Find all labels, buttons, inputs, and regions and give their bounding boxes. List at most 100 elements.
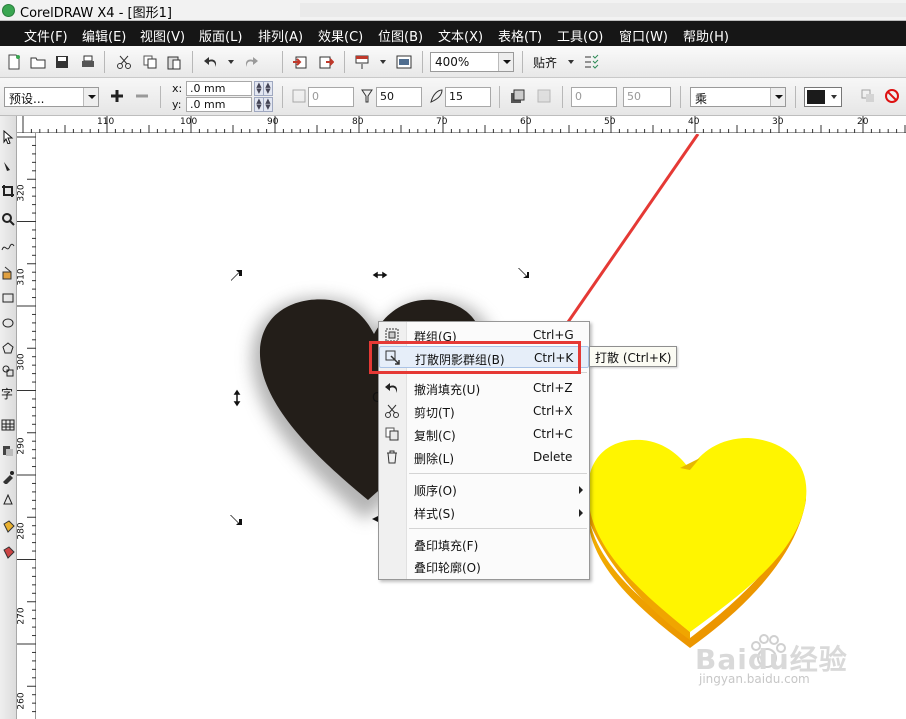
menu-layout[interactable]: 版面(L) (199, 26, 242, 45)
menu-tools[interactable]: 工具(O) (557, 26, 603, 45)
y-position-field[interactable]: .0 mm (186, 97, 252, 112)
shadow-opacity-field[interactable]: 50 (376, 87, 422, 107)
table-tool-icon[interactable] (1, 418, 15, 432)
menu-item-cut[interactable]: 剪切(T) Ctrl+X (379, 400, 589, 422)
copy-icon[interactable] (142, 54, 158, 70)
ruler-tick-label: 80 (352, 117, 364, 127)
menu-separator (409, 528, 587, 529)
welcome-screen-icon[interactable] (396, 54, 412, 70)
rectangle-tool-icon[interactable] (1, 291, 15, 305)
redo-icon[interactable] (243, 54, 259, 70)
menu-edit[interactable]: 编辑(E) (82, 26, 126, 45)
rotate-handle-top-left (231, 270, 242, 281)
export-icon[interactable] (318, 54, 334, 70)
basic-shapes-tool-icon[interactable] (1, 364, 15, 378)
menu-effects[interactable]: 效果(C) (318, 26, 363, 45)
menu-item-undo-fill[interactable]: 撤消填充(U) Ctrl+Z (379, 377, 589, 399)
freehand-tool-icon[interactable] (1, 240, 15, 254)
add-preset-icon[interactable] (109, 88, 125, 104)
new-document-icon[interactable] (6, 54, 22, 70)
paste-icon[interactable] (166, 54, 182, 70)
copy-shadow-properties-icon[interactable] (860, 88, 876, 104)
remove-preset-icon[interactable] (134, 88, 150, 104)
eyedropper-tool-icon[interactable] (1, 470, 15, 484)
print-icon[interactable] (80, 54, 96, 70)
shadow-offset-field[interactable]: 0 (308, 87, 354, 107)
menu-arrange[interactable]: 排列(A) (258, 26, 303, 45)
menu-item-delete[interactable]: 删除(L) Delete (379, 446, 589, 468)
horizontal-ruler[interactable]: 110 100 90 80 70 60 50 40 30 20 (17, 116, 906, 133)
skew-handle-left (233, 389, 241, 407)
menu-view[interactable]: 视图(V) (140, 26, 185, 45)
interactive-blend-tool-icon[interactable] (1, 444, 15, 458)
snap-to-button[interactable]: 贴齐 (533, 54, 557, 71)
menu-table[interactable]: 表格(T) (498, 26, 542, 45)
feathering-edges-icon[interactable] (536, 88, 552, 104)
menu-file[interactable]: 文件(F) (24, 26, 68, 45)
copy-icon (385, 427, 399, 441)
smart-fill-tool-icon[interactable] (1, 266, 15, 280)
shadow-color-swatch (807, 90, 825, 104)
toolbar-separator (192, 51, 193, 73)
opacity-icon (361, 89, 373, 103)
crop-tool-icon[interactable] (1, 184, 15, 198)
menu-bitmaps[interactable]: 位图(B) (378, 26, 423, 45)
menu-item-label: 撤消填充(U) (414, 383, 481, 397)
ellipse-tool-icon[interactable] (1, 316, 15, 330)
outline-tool-icon[interactable] (1, 494, 15, 508)
undo-dropdown-arrow[interactable] (228, 60, 234, 64)
shape-tool-icon[interactable] (1, 160, 15, 174)
toolbar-separator (160, 86, 161, 108)
transparency-operation-select[interactable]: 乘 (690, 87, 786, 107)
submenu-arrow-icon (579, 509, 583, 517)
menu-text[interactable]: 文本(X) (438, 26, 483, 45)
menu-item-label: 剪切(T) (414, 406, 455, 420)
toolbar-separator (422, 51, 423, 73)
menu-item-label: 样式(S) (414, 507, 455, 521)
shadow-feathering-field[interactable]: 15 (445, 87, 491, 107)
coreldraw-app-icon (2, 4, 15, 17)
fill-tool-icon[interactable] (1, 520, 15, 534)
preset-select[interactable]: 预设... (4, 87, 99, 107)
zoom-level-select[interactable]: 400% (430, 52, 514, 72)
menu-help[interactable]: 帮助(H) (683, 26, 729, 45)
y-spinner-alt[interactable]: ▲ ▼ (263, 97, 273, 112)
app-launcher-dropdown-arrow[interactable] (380, 60, 386, 64)
import-icon[interactable] (292, 54, 308, 70)
ruler-tick-label: 290 (16, 437, 27, 455)
vertical-ruler[interactable]: 320 310 300 290 280 270 260 (17, 133, 36, 719)
feathering-direction-icon[interactable] (509, 88, 525, 104)
x-position-field[interactable]: .0 mm (186, 81, 252, 96)
shadow-color-picker[interactable] (804, 87, 842, 107)
menu-item-copy[interactable]: 复制(C) Ctrl+C (379, 423, 589, 445)
watermark-url: jingyan.baidu.com (699, 672, 810, 686)
zoom-tool-icon[interactable] (1, 212, 15, 226)
options-icon[interactable] (583, 54, 599, 70)
undo-icon[interactable] (203, 54, 219, 70)
snap-dropdown-arrow[interactable] (568, 60, 574, 64)
menu-item-styles[interactable]: 样式(S) (379, 501, 589, 523)
shadow-stretch-field[interactable]: 50 (623, 87, 671, 107)
toolbar-separator (282, 86, 283, 108)
annotation-highlight-box (369, 341, 581, 374)
menu-item-overprint-outline[interactable]: 叠印轮廓(O) (379, 555, 589, 577)
polygon-tool-icon[interactable] (1, 341, 15, 355)
ruler-tick-label: 60 (520, 117, 532, 127)
menu-window[interactable]: 窗口(W) (619, 26, 668, 45)
ruler-tick-label: 270 (16, 607, 27, 625)
menu-item-overprint-fill[interactable]: 叠印填充(F) (379, 533, 589, 555)
menu-item-order[interactable]: 顺序(O) (379, 478, 589, 500)
clear-shadow-icon[interactable] (884, 88, 900, 104)
interactive-fill-tool-icon[interactable] (1, 546, 15, 560)
x-spinner-alt[interactable]: ▲ ▼ (263, 81, 273, 96)
shadow-fade-field[interactable]: 0 (571, 87, 617, 107)
chevron-down-icon (770, 88, 785, 106)
text-tool-icon[interactable]: 字 (1, 387, 15, 401)
application-launcher-icon[interactable] (354, 54, 370, 70)
save-icon[interactable] (54, 54, 70, 70)
cut-icon[interactable] (116, 54, 132, 70)
menu-item-shortcut: Delete (533, 450, 573, 464)
pick-tool-icon[interactable] (1, 130, 15, 144)
open-folder-icon[interactable] (30, 54, 46, 70)
toolbar-separator (499, 86, 500, 108)
